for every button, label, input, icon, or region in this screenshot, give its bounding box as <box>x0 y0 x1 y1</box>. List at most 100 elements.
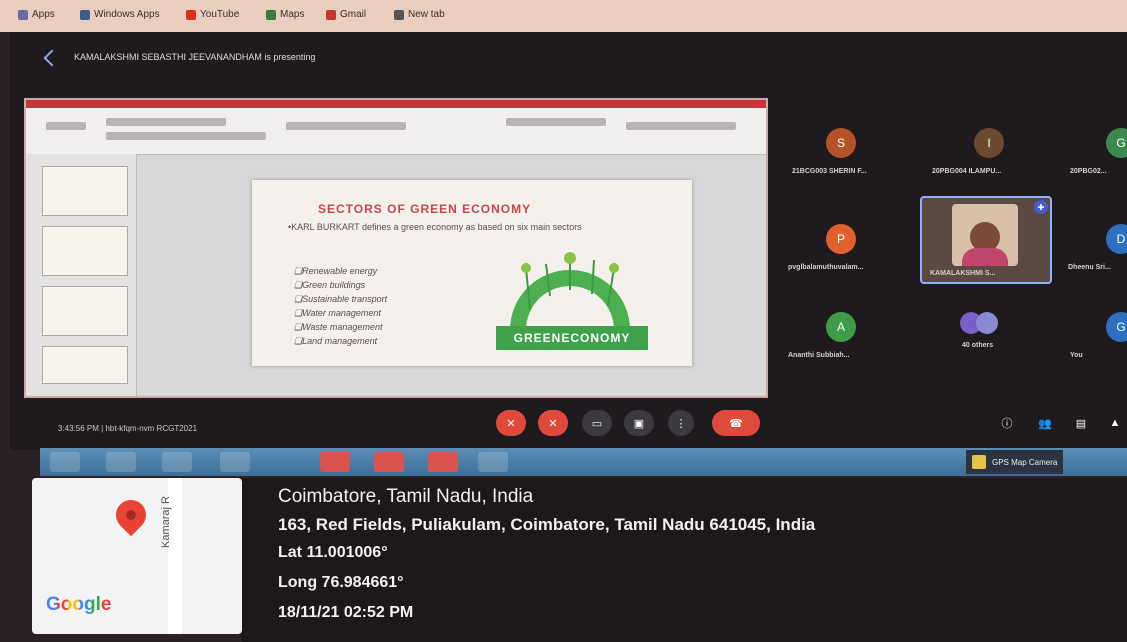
chrome-icon[interactable] <box>428 452 458 472</box>
sector-item: ❏Sustainable transport <box>294 294 388 304</box>
bookmarks-bar: Apps Windows Apps YouTube Maps Gmail New… <box>0 0 1127 32</box>
sector-item: ❏Green buildings <box>294 280 366 290</box>
shared-screen: SECTORS OF GREEN ECONOMY •KARL BURKART d… <box>24 98 768 398</box>
taskbar-app-icon[interactable] <box>478 452 508 472</box>
gps-camera-tag: GPS Map Camera <box>966 450 1064 474</box>
mic-off-icon: ✕ <box>506 417 516 430</box>
participant-name: 20PBG02... <box>1070 168 1107 175</box>
slide-intro: •KARL BURKART defines a green economy as… <box>288 222 582 232</box>
info-button[interactable]: ⓘ <box>996 410 1018 436</box>
participant-name: Dheenu Sri... <box>1068 264 1111 271</box>
apps-icon <box>18 9 28 20</box>
location-timestamp: 18/11/21 02:52 PM <box>278 604 414 621</box>
location-pin-icon <box>109 493 153 537</box>
participant-tile[interactable]: G 20PBG02... <box>1066 118 1127 178</box>
slide-thumbnail[interactable] <box>42 286 128 336</box>
self-tile[interactable]: G You <box>1066 302 1127 362</box>
location-map: Kamaraj R Google <box>32 478 242 634</box>
road-label: Kamaraj R <box>160 496 172 548</box>
participant-avatar: G <box>1106 128 1127 158</box>
bookmark-new-tab[interactable]: New tab <box>394 9 445 20</box>
location-latitude: Lat 11.001006° <box>278 544 388 561</box>
bookmark-youtube[interactable]: YouTube <box>186 9 239 20</box>
taskbar-app-icon[interactable] <box>220 452 250 472</box>
windows-icon <box>80 9 90 20</box>
participant-avatar: G <box>1106 312 1127 342</box>
slide-thumbnail[interactable] <box>42 346 128 384</box>
ribbon-drawing-group <box>506 118 606 126</box>
taskbar-app-icon[interactable] <box>106 452 136 472</box>
camera-off-button[interactable]: ✕ <box>538 410 568 436</box>
leave-call-button[interactable]: ☎ <box>712 410 760 436</box>
bookmark-windows-apps[interactable]: Windows Apps <box>80 9 160 20</box>
phone-hangup-icon: ☎ <box>729 417 743 430</box>
location-longitude: Long 76.984661° <box>278 574 404 591</box>
participant-avatar: I <box>974 128 1004 158</box>
ribbon-paragraph-group <box>286 122 406 130</box>
chat-button[interactable]: ▤ <box>1070 410 1092 436</box>
participant-avatar: A <box>826 312 856 342</box>
mic-off-button[interactable]: ✕ <box>496 410 526 436</box>
bookmark-apps[interactable]: Apps <box>18 9 55 20</box>
present-button[interactable]: ▣ <box>624 410 654 436</box>
participant-tile[interactable]: S 21BCG003 SHERIN F... <box>786 118 910 178</box>
chrome-icon[interactable] <box>374 452 404 472</box>
sector-item: ❏Waste management <box>294 322 383 332</box>
gmail-icon <box>326 9 336 20</box>
chat-icon: ▤ <box>1075 417 1087 430</box>
ppt-ribbon <box>26 108 766 155</box>
others-tile[interactable]: 40 others <box>926 302 1050 362</box>
bookmark-gmail[interactable]: Gmail <box>326 9 366 20</box>
youtube-icon <box>186 9 196 20</box>
participant-name: KAMALAKSHMI S... <box>930 270 996 277</box>
start-button[interactable] <box>50 452 80 472</box>
participant-video <box>952 204 1018 266</box>
sector-item: ❏Renewable energy <box>294 266 378 276</box>
person-body <box>962 248 1008 266</box>
taskbar-app-icon[interactable] <box>162 452 192 472</box>
active-speaker-tile[interactable]: ✚ KAMALAKSHMI S... <box>920 196 1052 284</box>
others-count: 40 others <box>962 342 994 349</box>
slide-thumbnail[interactable] <box>42 226 128 276</box>
speaking-indicator-icon: ✚ <box>1034 200 1048 214</box>
ribbon-font-group <box>106 118 226 126</box>
people-icon: 👥 <box>1038 417 1052 430</box>
camera-off-icon: ✕ <box>548 417 558 430</box>
more-vert-icon: ⋮ <box>675 417 687 430</box>
captions-icon: ▭ <box>591 417 603 430</box>
presenting-banner: KAMALAKSHMI SEBASTHI JEEVANANDHAM is pre… <box>74 52 316 62</box>
participant-avatar: D <box>1106 224 1127 254</box>
info-icon: ⓘ <box>1001 418 1013 430</box>
meet-window: KAMALAKSHMI SEBASTHI JEEVANANDHAM is pre… <box>10 32 1127 450</box>
participant-avatar: S <box>826 128 856 158</box>
gps-camera-icon <box>972 455 986 469</box>
windows-taskbar <box>40 448 1127 476</box>
location-address: 163, Red Fields, Puliakulam, Coimbatore,… <box>278 515 816 534</box>
participant-tile[interactable]: A Ananthi Subbiah... <box>786 302 910 362</box>
ribbon-font-group <box>106 132 266 140</box>
captions-button[interactable]: ▭ <box>582 410 612 436</box>
ppt-titlebar <box>26 100 766 108</box>
sector-item: ❏Land management <box>294 336 378 346</box>
sector-item: ❏Water management <box>294 308 381 318</box>
chrome-icon[interactable] <box>320 452 350 472</box>
current-slide: SECTORS OF GREEN ECONOMY •KARL BURKART d… <box>252 180 692 366</box>
presentation-icon <box>43 49 61 67</box>
new-tab-icon <box>394 9 404 20</box>
participant-name: 21BCG003 SHERIN F... <box>792 168 867 175</box>
bookmark-maps[interactable]: Maps <box>266 9 304 20</box>
maps-icon <box>266 9 276 20</box>
slide-title: SECTORS OF GREEN ECONOMY <box>318 202 532 216</box>
participant-name: You <box>1070 352 1083 359</box>
participant-tile[interactable]: D Dheenu Sri... <box>1066 214 1127 274</box>
meeting-details: 3:43:56 PM | hbt-kfqm-nvm RCGT2021 <box>58 424 198 433</box>
slide-thumbnails <box>26 154 137 396</box>
people-button[interactable]: 👥 <box>1034 410 1056 436</box>
activities-button[interactable]: ▲ <box>1104 410 1126 436</box>
participant-avatar: P <box>826 224 856 254</box>
participant-tile[interactable]: P pvglbalamuthuvalam... <box>786 214 910 274</box>
slide-thumbnail[interactable] <box>42 166 128 216</box>
participant-tile[interactable]: I 20PBG004 ILAMPU... <box>926 118 1050 178</box>
more-options-button[interactable]: ⋮ <box>668 410 694 436</box>
green-economy-banner: GREENECONOMY <box>496 326 648 350</box>
